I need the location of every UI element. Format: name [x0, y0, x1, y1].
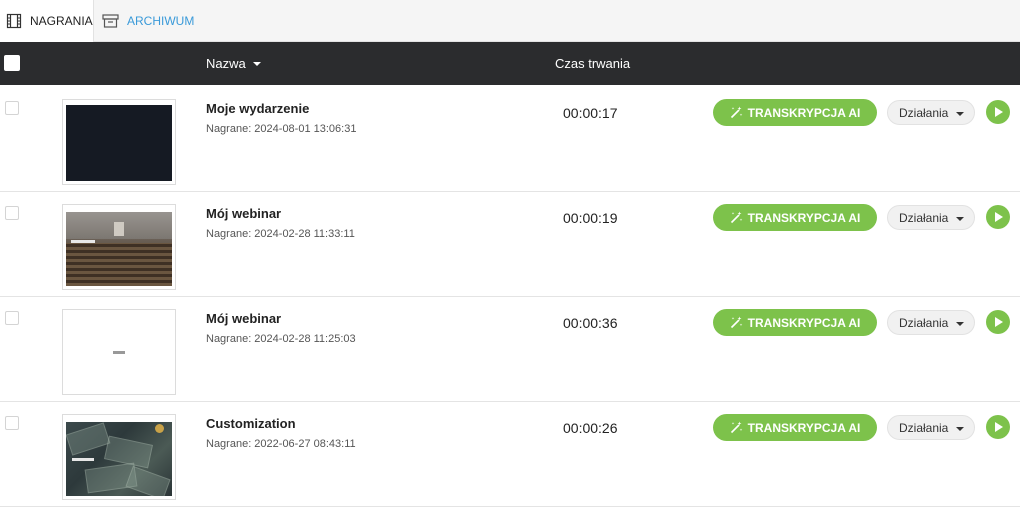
recording-thumbnail[interactable]	[62, 309, 176, 395]
actions-dropdown[interactable]: Działania	[887, 205, 975, 230]
tab-label: NAGRANIA	[30, 14, 93, 28]
recording-thumbnail[interactable]	[62, 414, 176, 500]
film-strip-icon	[6, 13, 22, 29]
sort-by-name[interactable]: Nazwa	[206, 56, 261, 71]
tab-nagrania[interactable]: NAGRANIA	[0, 0, 94, 42]
play-button[interactable]	[986, 415, 1010, 439]
column-header-name: Nazwa	[206, 56, 246, 71]
recording-duration: 00:00:26	[563, 420, 618, 436]
row-checkbox[interactable]	[5, 101, 19, 115]
table-row: Mój webinar Nagrane: 2024-02-28 11:33:11…	[0, 192, 1020, 297]
chevron-down-icon	[956, 217, 964, 221]
ai-transcription-button[interactable]: TRANSKRYPCJA AI	[713, 99, 877, 126]
row-checkbox[interactable]	[5, 416, 19, 430]
actions-label: Działania	[899, 420, 949, 435]
select-all-checkbox[interactable]	[4, 55, 20, 71]
magic-wand-icon	[730, 421, 742, 434]
row-checkbox[interactable]	[5, 311, 19, 325]
actions-label: Działania	[899, 315, 949, 330]
tab-label: ARCHIWUM	[127, 14, 195, 28]
recording-title: Mój webinar	[206, 206, 282, 221]
play-icon	[995, 107, 1003, 117]
table-row: Customization Nagrane: 2022-06-27 08:43:…	[0, 402, 1020, 507]
ai-transcription-label: TRANSKRYPCJA AI	[747, 105, 861, 120]
tab-archiwum[interactable]: ARCHIWUM	[102, 0, 194, 42]
magic-wand-icon	[730, 211, 742, 224]
ai-transcription-label: TRANSKRYPCJA AI	[747, 315, 861, 330]
archive-box-icon	[102, 14, 119, 28]
play-icon	[995, 422, 1003, 432]
magic-wand-icon	[730, 316, 742, 329]
recording-thumbnail[interactable]	[62, 99, 176, 185]
play-button[interactable]	[986, 310, 1010, 334]
table-header: Nazwa Czas trwania	[0, 42, 1020, 85]
recording-date: Nagrane: 2024-08-01 13:06:31	[206, 123, 357, 135]
chevron-down-icon	[956, 427, 964, 431]
magic-wand-icon	[730, 106, 742, 119]
recording-duration: 00:00:17	[563, 105, 618, 121]
ai-transcription-label: TRANSKRYPCJA AI	[747, 210, 861, 225]
actions-dropdown[interactable]: Działania	[887, 100, 975, 125]
recording-date: Nagrane: 2024-02-28 11:33:11	[206, 228, 355, 240]
recording-thumbnail[interactable]	[62, 204, 176, 290]
recording-title: Moje wydarzenie	[206, 101, 310, 116]
sort-caret-icon	[252, 61, 261, 66]
recording-duration: 00:00:36	[563, 315, 618, 331]
ai-transcription-label: TRANSKRYPCJA AI	[747, 420, 861, 435]
recording-title: Customization	[206, 416, 296, 431]
play-button[interactable]	[986, 205, 1010, 229]
ai-transcription-button[interactable]: TRANSKRYPCJA AI	[713, 414, 877, 441]
actions-dropdown[interactable]: Działania	[887, 310, 975, 335]
actions-dropdown[interactable]: Działania	[887, 415, 975, 440]
actions-label: Działania	[899, 210, 949, 225]
tab-bar: NAGRANIA ARCHIWUM	[0, 0, 1020, 42]
recording-date: Nagrane: 2022-06-27 08:43:11	[206, 438, 356, 450]
actions-label: Działania	[899, 105, 949, 120]
recording-date: Nagrane: 2024-02-28 11:25:03	[206, 333, 356, 345]
play-icon	[995, 317, 1003, 327]
table-row: Mój webinar Nagrane: 2024-02-28 11:25:03…	[0, 297, 1020, 402]
play-button[interactable]	[986, 100, 1010, 124]
ai-transcription-button[interactable]: TRANSKRYPCJA AI	[713, 309, 877, 336]
recording-duration: 00:00:19	[563, 210, 618, 226]
row-checkbox[interactable]	[5, 206, 19, 220]
recording-title: Mój webinar	[206, 311, 282, 326]
chevron-down-icon	[956, 322, 964, 326]
table-row: Moje wydarzenie Nagrane: 2024-08-01 13:0…	[0, 87, 1020, 192]
chevron-down-icon	[956, 112, 964, 116]
ai-transcription-button[interactable]: TRANSKRYPCJA AI	[713, 204, 877, 231]
play-icon	[995, 212, 1003, 222]
column-header-duration: Czas trwania	[555, 56, 631, 71]
